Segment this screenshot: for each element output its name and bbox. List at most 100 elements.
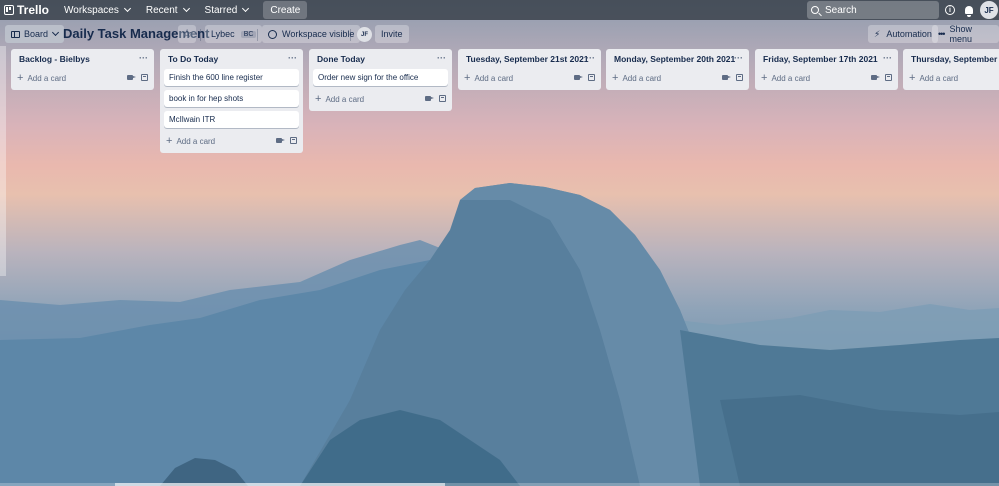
video-icon[interactable] [722, 75, 731, 80]
list-header[interactable]: To Do Today ··· [160, 49, 303, 69]
notifications-button[interactable] [961, 2, 977, 18]
add-card-label: Add a card [176, 136, 216, 146]
automation-button[interactable]: ⚡ Automation [868, 25, 938, 43]
add-card-label: Add a card [771, 73, 811, 83]
card[interactable]: Finish the 600 line register [164, 69, 299, 86]
list-monday-sep-20: Monday, September 20th 2021 ··· + Add a … [606, 49, 749, 90]
add-card-button[interactable]: + Add a card [458, 69, 601, 87]
lightning-icon: ⚡ [874, 28, 881, 39]
plus-icon: + [315, 92, 322, 105]
show-menu-button[interactable]: ••• Show menu [932, 24, 999, 44]
create-button[interactable]: Create [263, 1, 308, 19]
list-header[interactable]: Thursday, September 16th [903, 49, 999, 69]
video-icon[interactable] [127, 75, 136, 80]
board-header: Board Daily Task Management ☆ Lybec BC W… [0, 24, 999, 44]
visibility-button[interactable]: Workspace visible [262, 25, 361, 43]
list-title[interactable]: Backlog - Bielbys [19, 54, 90, 64]
more-icon: ••• [938, 29, 946, 39]
list-title[interactable]: Done Today [317, 54, 365, 64]
divider [200, 29, 201, 41]
card-template-icon[interactable] [141, 74, 148, 81]
board-view-label: Board [24, 29, 49, 39]
card-template-icon[interactable] [439, 95, 446, 102]
starred-label: Starred [204, 4, 238, 16]
chevron-down-icon [182, 4, 190, 13]
list-friday-sep-17: Friday, September 17th 2021 ··· + Add a … [755, 49, 898, 90]
star-board-button[interactable]: ☆ [178, 25, 196, 43]
information-button[interactable]: i [942, 2, 958, 18]
bell-icon [965, 6, 973, 17]
list-menu-icon[interactable]: ··· [139, 53, 148, 63]
list-header[interactable]: Done Today ··· [309, 49, 452, 69]
video-icon[interactable] [574, 75, 583, 80]
video-icon[interactable] [425, 96, 434, 101]
workspace-button[interactable]: Lybec BC [205, 25, 263, 43]
video-icon[interactable] [871, 75, 880, 80]
recent-label: Recent [145, 4, 178, 16]
starred-menu[interactable]: Starred [198, 1, 256, 19]
add-card-button[interactable]: + Add a card [11, 69, 154, 87]
list-menu-icon[interactable]: ··· [883, 53, 892, 63]
card-list: Finish the 600 line register book in for… [160, 69, 303, 128]
list-menu-icon[interactable]: ··· [586, 53, 595, 63]
divider [257, 29, 258, 41]
show-menu-label: Show menu [949, 24, 972, 44]
add-card-label: Add a card [27, 73, 67, 83]
card[interactable]: McIlwain ITR [164, 111, 299, 128]
top-navigation-bar: Trello Workspaces Recent Starred Create … [0, 0, 999, 20]
list-backlog: Backlog - Bielbys ··· + Add a card [11, 49, 154, 90]
card-template-icon[interactable] [290, 137, 297, 144]
workspaces-menu[interactable]: Workspaces [57, 1, 137, 19]
chevron-down-icon [51, 28, 60, 37]
list-menu-icon[interactable]: ··· [288, 53, 297, 63]
video-icon[interactable] [276, 138, 285, 143]
list-header[interactable]: Tuesday, September 21st 2021 ··· [458, 49, 601, 69]
recent-menu[interactable]: Recent [139, 1, 196, 19]
add-card-button[interactable]: + Add a card [606, 69, 749, 87]
list-tuesday-sep-21: Tuesday, September 21st 2021 ··· + Add a… [458, 49, 601, 90]
board-icon [11, 30, 20, 38]
board-member-avatar[interactable]: JF [357, 27, 372, 42]
divider [350, 29, 351, 41]
card[interactable]: Order new sign for the office [313, 69, 448, 86]
add-card-label: Add a card [474, 73, 514, 83]
trello-logo[interactable]: Trello [0, 0, 57, 20]
list-menu-icon[interactable]: ··· [437, 53, 446, 63]
add-card-button[interactable]: + Add a card [903, 69, 999, 87]
list-header[interactable]: Backlog - Bielbys ··· [11, 49, 154, 69]
visibility-label: Workspace visible [282, 29, 355, 39]
plus-icon: + [464, 71, 471, 84]
add-card-button[interactable]: + Add a card [160, 132, 303, 150]
invite-button[interactable]: Invite [375, 25, 409, 43]
workspace-name: Lybec [211, 29, 235, 39]
list-to-do-today: To Do Today ··· Finish the 600 line regi… [160, 49, 303, 153]
plus-icon: + [909, 71, 916, 84]
list-header[interactable]: Friday, September 17th 2021 ··· [755, 49, 898, 69]
people-icon [268, 29, 277, 39]
left-scroll-edge [0, 46, 6, 276]
workspace-badge: BC [240, 30, 257, 38]
automation-label: Automation [886, 29, 932, 39]
search-input[interactable]: Search [807, 1, 939, 19]
board-view-switcher[interactable]: Board [5, 25, 65, 43]
plus-icon: + [761, 71, 768, 84]
card-template-icon[interactable] [736, 74, 743, 81]
card-template-icon[interactable] [588, 74, 595, 81]
info-icon: i [945, 5, 955, 15]
add-card-label: Add a card [622, 73, 662, 83]
list-title[interactable]: Thursday, September 16th [911, 54, 999, 64]
add-card-button[interactable]: + Add a card [309, 90, 452, 108]
card-list: Order new sign for the office [309, 69, 452, 86]
add-card-button[interactable]: + Add a card [755, 69, 898, 87]
list-title[interactable]: To Do Today [168, 54, 218, 64]
list-title[interactable]: Monday, September 20th 2021 [614, 54, 735, 64]
list-title[interactable]: Friday, September 17th 2021 [763, 54, 878, 64]
plus-icon: + [17, 71, 24, 84]
list-menu-icon[interactable]: ··· [734, 53, 743, 63]
user-avatar[interactable]: JF [980, 1, 998, 19]
list-header[interactable]: Monday, September 20th 2021 ··· [606, 49, 749, 69]
card[interactable]: book in for hep shots [164, 90, 299, 107]
list-done-today: Done Today ··· Order new sign for the of… [309, 49, 452, 111]
list-title[interactable]: Tuesday, September 21st 2021 [466, 54, 589, 64]
card-template-icon[interactable] [885, 74, 892, 81]
